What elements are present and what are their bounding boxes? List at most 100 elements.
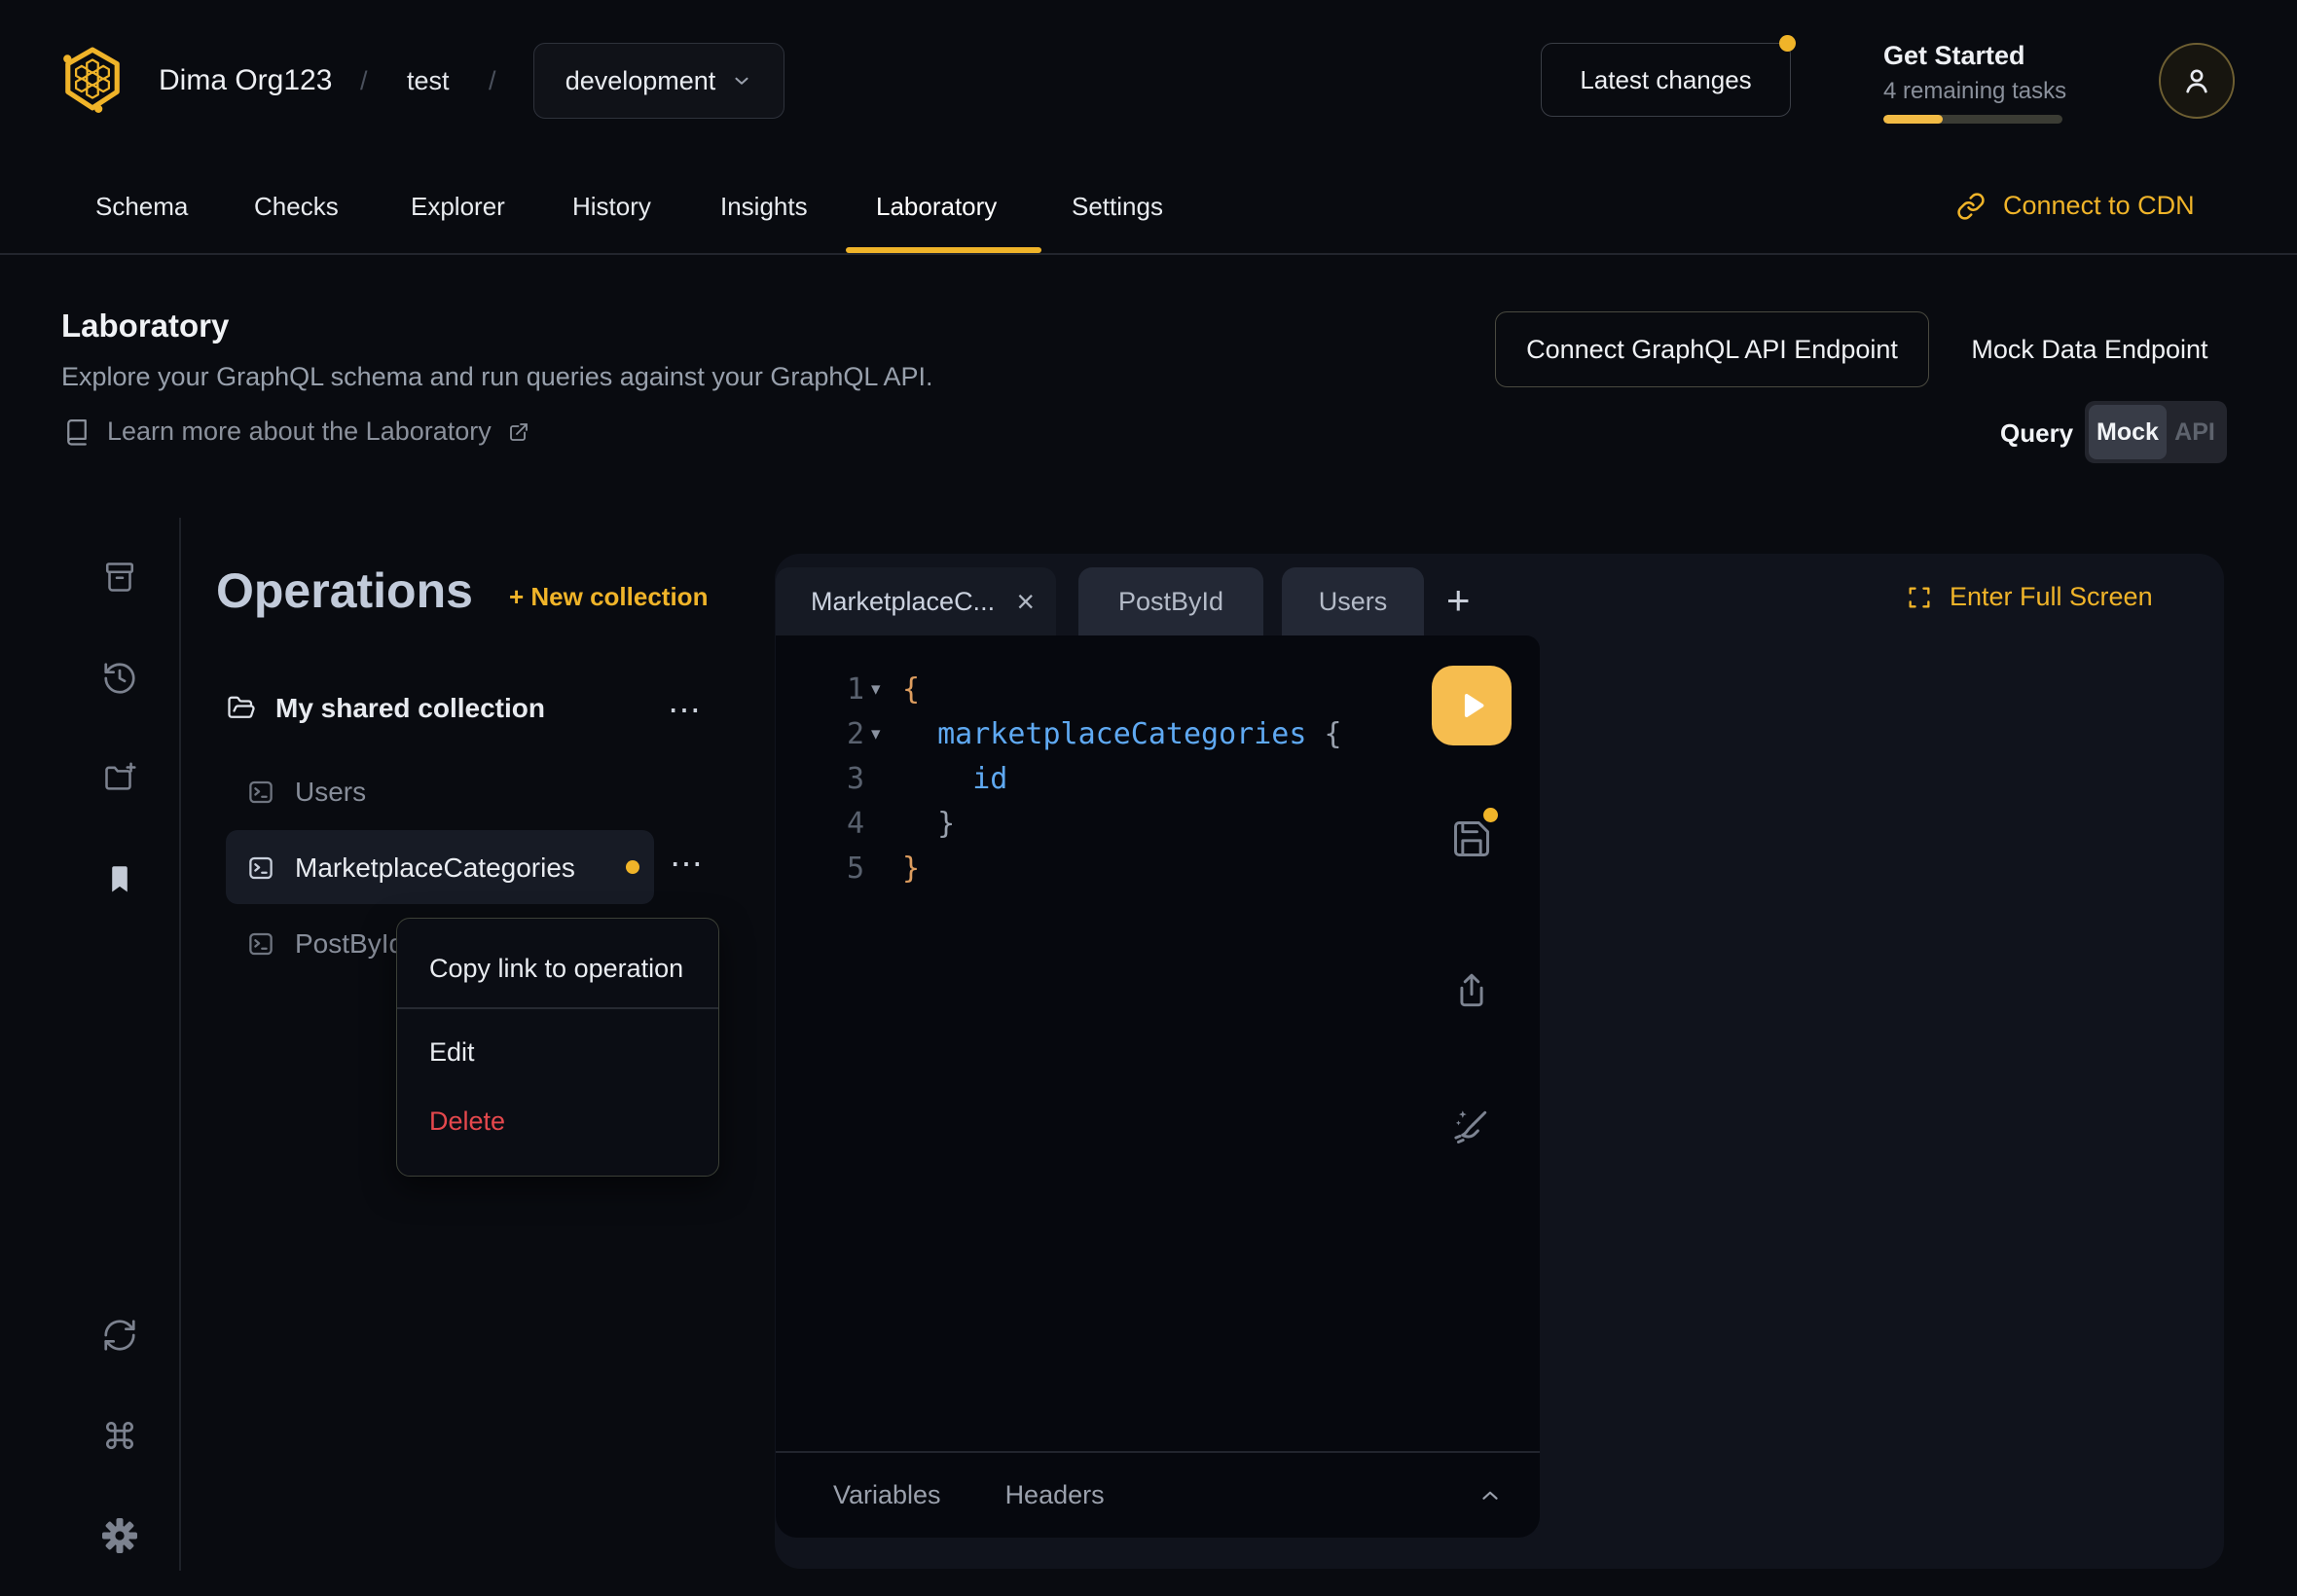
gear-icon: [101, 1517, 138, 1554]
connect-graphql-api-endpoint-button[interactable]: Connect GraphQL API Endpoint: [1495, 311, 1929, 387]
breadcrumb-separator: /: [360, 66, 368, 96]
hive-logo[interactable]: [60, 45, 125, 113]
headers-tab[interactable]: Headers: [1005, 1480, 1105, 1510]
tab-checks[interactable]: Checks: [254, 192, 339, 222]
share-operation-button[interactable]: [1448, 967, 1495, 1014]
fold-caret-icon[interactable]: ▾: [864, 678, 902, 700]
collection-more-options-icon[interactable]: ⋯: [668, 691, 701, 730]
query-mode-api[interactable]: API: [2167, 418, 2223, 447]
link-icon: [1956, 192, 1986, 221]
mock-data-endpoint-button[interactable]: Mock Data Endpoint: [1965, 335, 2214, 365]
connect-to-cdn-link[interactable]: Connect to CDN: [1956, 191, 2195, 221]
folder-plus-icon: [101, 760, 138, 795]
tab-schema[interactable]: Schema: [95, 192, 188, 222]
save-icon: [1450, 817, 1493, 860]
unsaved-indicator: [1483, 808, 1498, 822]
tab-history[interactable]: History: [572, 192, 651, 222]
new-folder-button[interactable]: [98, 756, 141, 799]
collection-my-shared-collection[interactable]: My shared collection: [227, 693, 545, 724]
operation-icon: [246, 853, 275, 883]
query-editor[interactable]: 1 ▾ { 2 ▾ marketplaceCategories { 3 id 4…: [776, 635, 1540, 1451]
enter-fullscreen-button[interactable]: Enter Full Screen: [1906, 582, 2153, 612]
get-started-subtitle: 4 remaining tasks: [1883, 78, 2066, 105]
collections-archive-button[interactable]: [98, 556, 141, 598]
operation-item-postbyid[interactable]: PostById: [246, 928, 404, 960]
unsaved-indicator: [626, 860, 639, 874]
breadcrumb-separator: /: [489, 66, 496, 96]
query-label: Query: [2000, 418, 2073, 449]
code-indent: [902, 717, 937, 751]
prettify-query-button[interactable]: [1448, 1103, 1495, 1149]
bookmarks-button[interactable]: [98, 857, 141, 900]
editor-tab-label: Users: [1319, 587, 1388, 617]
external-link-icon: [507, 420, 530, 444]
variables-tab[interactable]: Variables: [833, 1480, 941, 1510]
upload-icon: [1450, 969, 1493, 1012]
query-mode-toggle: Mock API: [2085, 401, 2227, 463]
folder-open-icon: [227, 694, 256, 723]
breadcrumb-project[interactable]: test: [407, 66, 450, 96]
tab-settings[interactable]: Settings: [1072, 192, 1163, 222]
code-indent: [902, 807, 937, 841]
code-token: }: [937, 807, 955, 841]
close-icon[interactable]: ×: [1016, 587, 1035, 616]
menu-item-edit[interactable]: Edit: [397, 1009, 718, 1087]
menu-item-delete[interactable]: Delete: [397, 1087, 718, 1176]
operation-item-users[interactable]: Users: [246, 777, 366, 808]
code-indent: [902, 762, 972, 796]
code-token: marketplaceCategories: [937, 717, 1306, 751]
editor-tab-postbyid[interactable]: PostById: [1078, 567, 1263, 635]
command-icon: [101, 1417, 138, 1454]
notification-dot: [1779, 35, 1796, 52]
menu-item-copy-link[interactable]: Copy link to operation: [397, 919, 718, 1007]
archive-icon: [102, 560, 137, 595]
learn-more-link[interactable]: Learn more about the Laboratory: [62, 417, 530, 447]
shortcuts-button[interactable]: [98, 1414, 141, 1457]
code-line: 3 id: [822, 756, 1540, 801]
get-started-progress-fill: [1883, 115, 1943, 124]
add-tab-button[interactable]: +: [1446, 570, 1471, 631]
book-icon: [62, 417, 91, 447]
collapse-panel-button[interactable]: [1477, 1483, 1503, 1508]
sidebar-divider: [179, 518, 181, 1571]
operation-item-marketplacecategories[interactable]: MarketplaceCategories: [246, 852, 575, 884]
environment-dropdown[interactable]: development: [533, 43, 784, 119]
history-button[interactable]: [98, 657, 141, 700]
user-avatar[interactable]: [2159, 43, 2235, 119]
line-number: 1: [822, 672, 864, 707]
collection-name: My shared collection: [275, 693, 545, 724]
editor-tab-users[interactable]: Users: [1282, 567, 1424, 635]
page-subtitle: Explore your GraphQL schema and run quer…: [61, 362, 932, 392]
bookmark-icon: [103, 862, 136, 895]
latest-changes-button[interactable]: Latest changes: [1541, 43, 1791, 117]
refetch-schema-button[interactable]: [98, 1314, 141, 1357]
editor-tab-marketplacecategories[interactable]: MarketplaceC... ×: [776, 567, 1056, 635]
operation-icon: [246, 778, 275, 807]
new-collection-button[interactable]: + New collection: [509, 582, 708, 612]
line-number: 5: [822, 852, 864, 886]
save-operation-button[interactable]: [1448, 816, 1495, 862]
tab-explorer[interactable]: Explorer: [411, 192, 505, 222]
query-mode-mock[interactable]: Mock: [2089, 405, 2167, 459]
get-started-title[interactable]: Get Started: [1883, 41, 2025, 71]
execute-query-button[interactable]: [1432, 666, 1512, 745]
chevron-down-icon: [731, 70, 752, 91]
fullscreen-icon: [1906, 584, 1933, 611]
fold-caret-icon[interactable]: ▾: [864, 723, 902, 744]
enter-fullscreen-label: Enter Full Screen: [1950, 582, 2153, 612]
operation-name: PostById: [295, 928, 404, 960]
page-title: Laboratory: [61, 308, 229, 345]
breadcrumb-org[interactable]: Dima Org123: [159, 64, 332, 97]
operation-name: Users: [295, 777, 366, 808]
latest-changes-label: Latest changes: [1580, 65, 1751, 95]
code-token: id: [972, 762, 1007, 796]
code-line: 5 }: [822, 846, 1540, 890]
line-number: 3: [822, 762, 864, 796]
settings-button[interactable]: [98, 1514, 141, 1557]
code-token: {: [1306, 717, 1341, 751]
tab-laboratory[interactable]: Laboratory: [876, 192, 997, 222]
tab-insights[interactable]: Insights: [720, 192, 808, 222]
operation-more-options-icon[interactable]: ⋯: [670, 845, 703, 884]
operations-title: Operations: [216, 562, 473, 619]
laboratory-page: Dima Org123 / test / development Latest …: [0, 0, 2297, 1596]
